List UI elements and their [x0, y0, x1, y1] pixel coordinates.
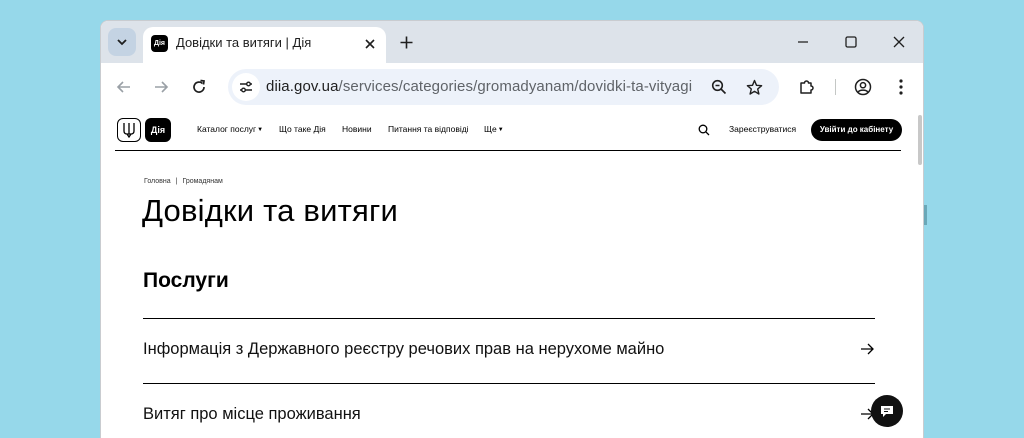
- tab-favicon: Дія: [151, 35, 168, 52]
- web-page: Дія Каталог послуг▼ Що таке Дія Новини П…: [101, 111, 923, 438]
- zoom-button[interactable]: [707, 75, 731, 99]
- maximize-button[interactable]: [839, 30, 863, 54]
- site-info-button[interactable]: [232, 73, 260, 101]
- nav-more[interactable]: Ще▼: [484, 124, 504, 134]
- divider: [143, 383, 875, 384]
- forward-arrow-icon: [155, 81, 169, 93]
- extensions-button[interactable]: [795, 75, 819, 99]
- extensions-icon: [800, 80, 814, 94]
- plus-icon: [400, 36, 412, 48]
- profile-icon: [854, 78, 872, 96]
- breadcrumb: Головна | Громадянам: [144, 178, 223, 185]
- window-close-button[interactable]: [887, 30, 911, 54]
- tab-close-button[interactable]: [361, 35, 379, 53]
- section-title: Послуги: [143, 269, 229, 292]
- site-header: Дія Каталог послуг▼ Що таке Дія Новини П…: [115, 111, 902, 151]
- page-scrollbar[interactable]: [918, 115, 922, 165]
- maximize-icon: [845, 36, 857, 48]
- star-icon: [746, 79, 762, 95]
- caret-down-icon: ▼: [257, 127, 264, 133]
- toolbar-divider: [835, 79, 836, 95]
- divider: [143, 318, 875, 319]
- search-icon: [698, 124, 710, 136]
- back-arrow-icon: [116, 81, 130, 93]
- forward-button[interactable]: [149, 75, 173, 99]
- tab-title: Довідки та витяги | Дія: [176, 35, 312, 50]
- nav-label: Ще: [484, 124, 497, 134]
- reload-button[interactable]: [187, 75, 211, 99]
- site-search-button[interactable]: [697, 123, 711, 137]
- back-button[interactable]: [112, 75, 136, 99]
- breadcrumb-separator: |: [175, 178, 178, 185]
- address-bar[interactable]: diia.gov.ua/services/categories/gromadya…: [228, 69, 779, 105]
- chevron-down-icon: [117, 39, 127, 46]
- chat-icon: [881, 405, 893, 417]
- service-item[interactable]: Витяг про місце проживання: [143, 402, 875, 430]
- window-close-icon: [893, 36, 905, 48]
- register-link[interactable]: Зареєструватися: [729, 124, 796, 134]
- menu-dots-icon: [899, 79, 903, 95]
- login-cabinet-button[interactable]: Увійти до кабінету: [811, 119, 902, 141]
- reload-icon: [193, 79, 205, 93]
- bookmark-button[interactable]: [742, 75, 766, 99]
- diia-logo[interactable]: Дія: [145, 118, 171, 142]
- nav-faq[interactable]: Питання та відповіді: [388, 124, 469, 134]
- nav-news[interactable]: Новини: [342, 124, 372, 134]
- service-item[interactable]: Інформація з Державного реєстру речових …: [143, 337, 875, 365]
- new-tab-button[interactable]: [395, 31, 417, 53]
- breadcrumb-citizens[interactable]: Громадянам: [182, 178, 222, 185]
- zoom-icon: [711, 79, 727, 95]
- nav-label: Каталог послуг: [197, 124, 257, 134]
- caret-down-icon: ▼: [497, 127, 504, 133]
- tab-bar: Дія Довідки та витяги | Дія: [101, 21, 923, 63]
- desktop-decoration: [924, 205, 927, 225]
- coat-of-arms-logo[interactable]: [117, 118, 141, 142]
- close-icon: [365, 39, 375, 49]
- chat-button[interactable]: [871, 395, 903, 427]
- url-host: diia.gov.ua: [266, 78, 339, 95]
- active-tab[interactable]: Дія Довідки та витяги | Дія: [143, 27, 386, 63]
- trident-icon: [123, 123, 135, 138]
- breadcrumb-home[interactable]: Головна: [144, 178, 171, 185]
- nav-services-catalog[interactable]: Каталог послуг▼: [197, 124, 263, 134]
- browser-window: Дія Довідки та витяги | Дія diia.gov.ua/…: [100, 20, 924, 438]
- browser-menu-button[interactable]: [889, 75, 913, 99]
- tab-search-button[interactable]: [108, 28, 136, 56]
- minimize-button[interactable]: [791, 30, 815, 54]
- page-title: Довідки та витяги: [142, 193, 399, 228]
- nav-what-is-diia[interactable]: Що таке Дія: [279, 124, 326, 134]
- service-label: Витяг про місце проживання: [143, 405, 361, 423]
- site-settings-icon: [240, 81, 252, 93]
- url-text: diia.gov.ua/services/categories/gromadya…: [266, 78, 692, 95]
- service-label: Інформація з Державного реєстру речових …: [143, 340, 665, 358]
- url-path: /services/categories/gromadyanam/dovidki…: [338, 78, 693, 95]
- profile-button[interactable]: [851, 75, 875, 99]
- minimize-icon: [798, 41, 808, 43]
- arrow-right-icon: [859, 341, 875, 357]
- browser-toolbar: diia.gov.ua/services/categories/gromadya…: [101, 63, 923, 111]
